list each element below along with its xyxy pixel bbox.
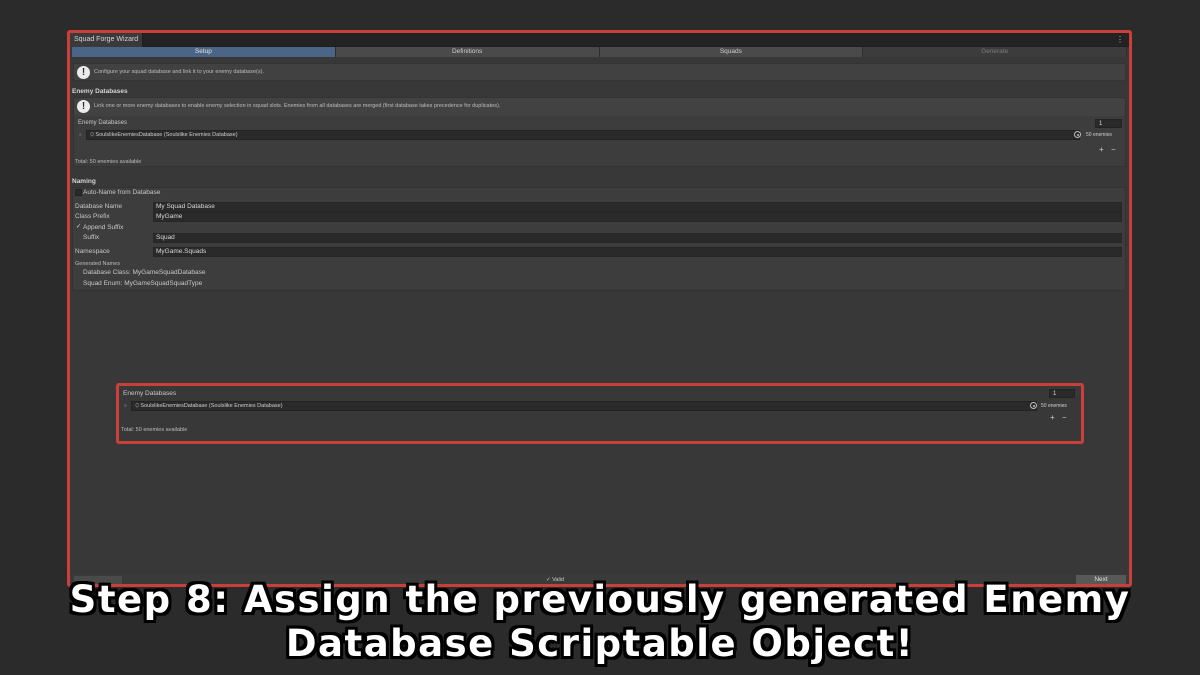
naming-group: Auto-Name from Database Database Name My…	[72, 187, 1126, 291]
enemy-help-text: Link one or more enemy databases to enab…	[94, 103, 501, 109]
auto-name-checkbox[interactable]	[75, 189, 82, 196]
enemy-databases-heading: Enemy Databases	[72, 88, 128, 95]
zoomed-enemy-databases-callout: Enemy Databases 1 ≡ ⛭SoulslikeEnemiesDat…	[116, 383, 1084, 444]
window-title-tab[interactable]: Squad Forge Wizard	[70, 33, 144, 47]
zoom-list-item: ≡ ⛭SoulslikeEnemiesDatabase (Soulslike E…	[121, 401, 1079, 412]
tab-generate: Generate	[863, 47, 1127, 57]
suffix-input[interactable]: Squad	[153, 233, 1122, 243]
append-suffix-checkbox[interactable]: ✓	[75, 224, 82, 231]
naming-heading: Naming	[72, 178, 96, 185]
suffix-label: Suffix	[83, 234, 100, 241]
auto-name-label: Auto-Name from Database	[83, 189, 161, 196]
enemy-database-name: SoulslikeEnemiesDatabase (Soulslike Enem…	[95, 132, 238, 138]
class-prefix-row: Class Prefix MyGame	[73, 212, 1125, 223]
zoom-list-label: Enemy Databases	[123, 390, 177, 397]
auto-name-row: Auto-Name from Database	[73, 188, 1125, 199]
caption-line-2: Database Scriptable Object!	[285, 622, 915, 665]
kebab-menu-icon[interactable]: ⋮	[1116, 33, 1124, 47]
namespace-label: Namespace	[75, 247, 110, 255]
setup-help-box: ! Configure your squad database and link…	[73, 63, 1126, 81]
list-size-field[interactable]: 1	[1095, 119, 1122, 128]
zoom-list-size-field[interactable]: 1	[1049, 389, 1075, 398]
total-enemies-label: Total: 50 enemies available	[75, 159, 142, 165]
list-item: ≡ ⛭SoulslikeEnemiesDatabase (Soulslike E…	[76, 130, 1123, 141]
suffix-row: Suffix Squad	[73, 233, 1125, 244]
caption-line-1: Step 8: Assign the previously generated …	[69, 578, 1131, 621]
warning-icon: !	[77, 100, 90, 113]
zoom-add-item-button[interactable]: +	[1050, 413, 1055, 422]
namespace-row: Namespace MyGame.Squads	[73, 246, 1125, 258]
wizard-window: Squad Forge Wizard ⋮ Setup Definitions S…	[67, 30, 1132, 587]
generated-enum-name: Squad Enum: MyGameSquadSquadType	[83, 279, 203, 287]
drag-handle-icon[interactable]: ≡	[79, 132, 82, 138]
tab-definitions[interactable]: Definitions	[335, 47, 600, 57]
add-item-button[interactable]: +	[1099, 145, 1104, 154]
database-name-row: Database Name My Squad Database	[73, 201, 1125, 213]
scriptable-object-icon: ⛭	[90, 132, 95, 138]
scriptable-object-icon: ⛭	[135, 403, 140, 409]
enemy-count-label: 50 enemies	[1086, 132, 1112, 138]
generated-names-title: Generated Names	[75, 261, 120, 267]
generated-class-name: Database Class: MyGameSquadDatabase	[83, 269, 206, 276]
database-name-input[interactable]: My Squad Database	[153, 201, 1122, 212]
class-prefix-label: Class Prefix	[75, 213, 110, 220]
zoom-enemy-database-name: SoulslikeEnemiesDatabase (Soulslike Enem…	[140, 403, 283, 409]
enemy-help-box: ! Link one or more enemy databases to en…	[74, 98, 1125, 116]
zoom-enemy-database-object-field[interactable]: ⛭SoulslikeEnemiesDatabase (Soulslike Ene…	[131, 401, 1037, 411]
window-titlebar: Squad Forge Wizard ⋮	[70, 33, 1129, 47]
object-picker-icon[interactable]: o	[1074, 131, 1081, 138]
enemy-db-list-label: Enemy Databases	[78, 120, 128, 126]
tab-setup[interactable]: Setup	[72, 47, 336, 57]
warning-icon: !	[77, 66, 90, 79]
zoom-total-enemies-label: Total: 50 enemies available	[121, 427, 188, 433]
zoom-remove-item-button[interactable]: −	[1062, 413, 1067, 422]
wizard-tabs: Setup Definitions Squads Generate	[72, 47, 1127, 57]
remove-item-button[interactable]: −	[1111, 145, 1116, 154]
enemy-database-object-field[interactable]: ⛭SoulslikeEnemiesDatabase (Soulslike Ene…	[86, 130, 1080, 140]
setup-help-text: Configure your squad database and link i…	[94, 69, 264, 75]
append-suffix-row: ✓ Append Suffix	[73, 223, 1125, 234]
class-prefix-input[interactable]: MyGame	[153, 212, 1122, 222]
zoom-enemy-count-label: 50 enemies	[1041, 403, 1067, 409]
enemy-db-list-header: Enemy Databases 1	[74, 118, 1125, 130]
namespace-input[interactable]: MyGame.Squads	[153, 246, 1122, 257]
tab-squads[interactable]: Squads	[599, 47, 864, 57]
append-suffix-label: Append Suffix	[83, 223, 124, 231]
zoom-list-header: Enemy Databases 1	[119, 388, 1081, 401]
zoom-object-picker-icon[interactable]: o	[1030, 402, 1037, 409]
drag-handle-icon[interactable]: ≡	[124, 403, 127, 409]
enemy-databases-group: ! Link one or more enemy databases to en…	[73, 97, 1126, 167]
database-name-label: Database Name	[75, 202, 122, 210]
